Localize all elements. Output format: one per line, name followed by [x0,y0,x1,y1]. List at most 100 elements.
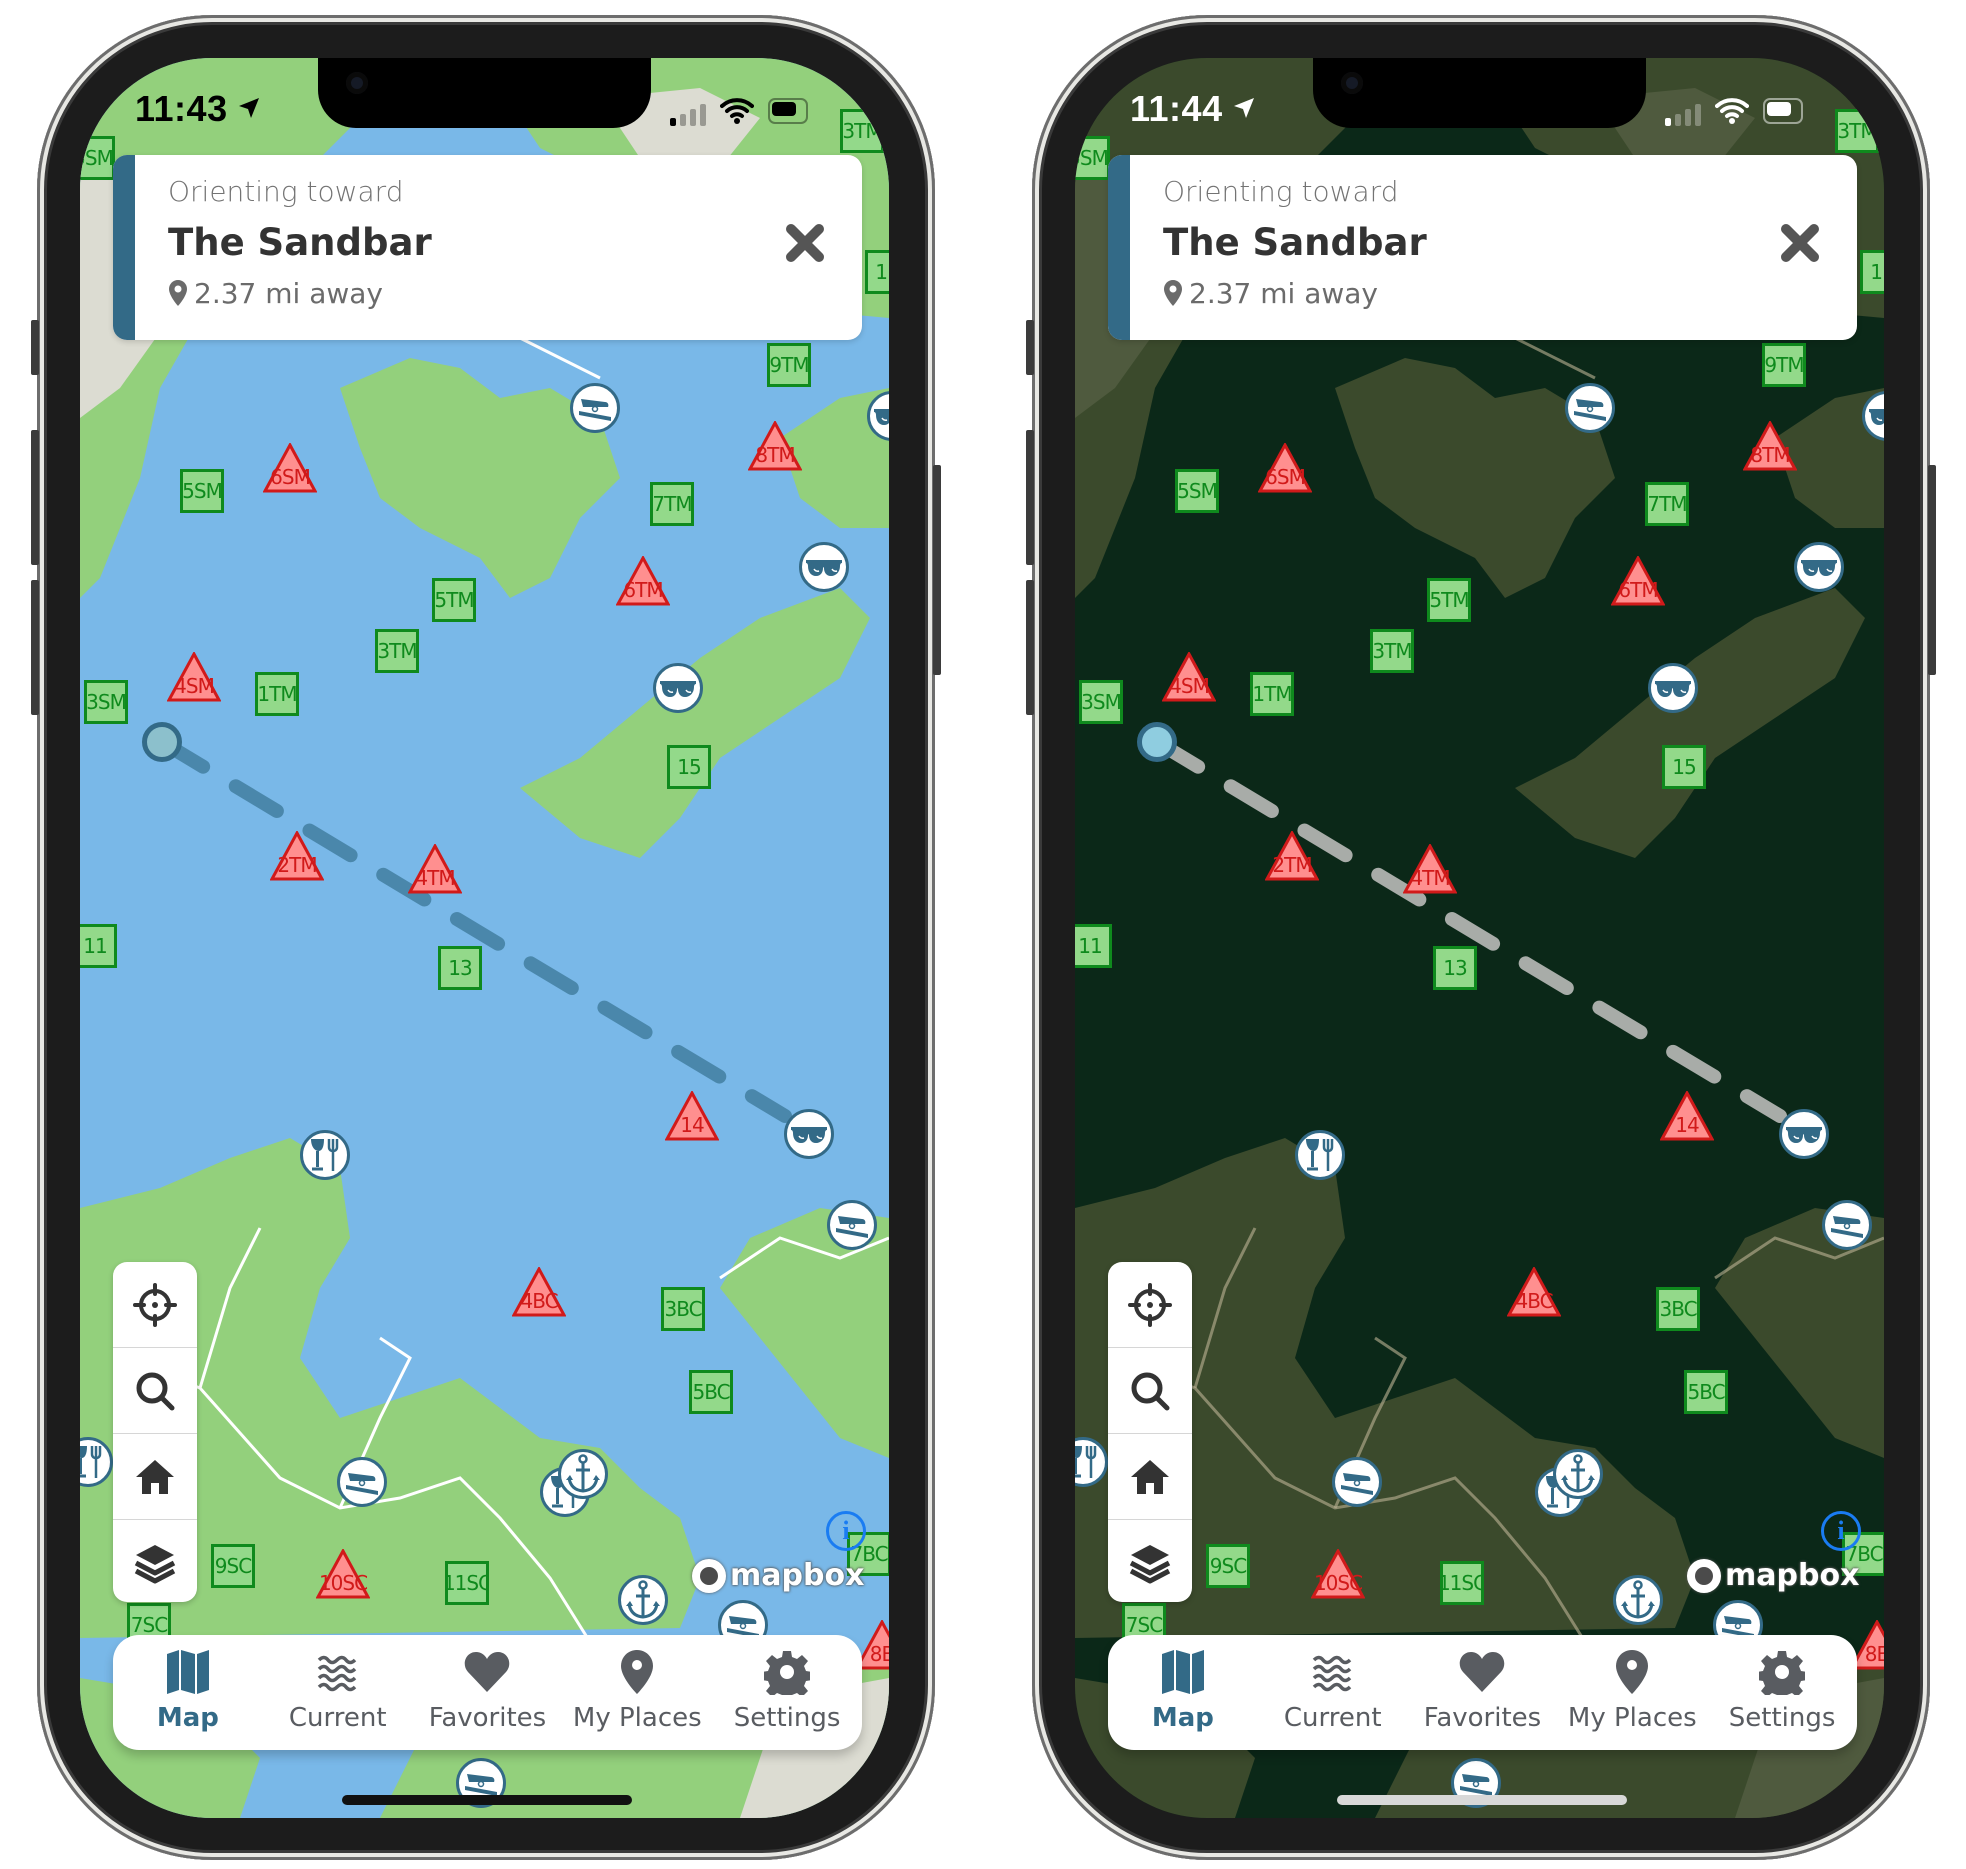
channel-marker-triangle[interactable]: 6SM [1258,443,1312,493]
channel-marker-triangle[interactable]: 4BC [1507,1267,1561,1317]
home-button[interactable] [113,1434,197,1520]
poi-restaurant[interactable] [300,1130,350,1180]
map-view-satellite[interactable]: 11:443TM5SM9TM5SM6SM8TM7TM6TM5TM3TM4SM1T… [1075,58,1884,1818]
channel-marker-square[interactable]: 9TM [1762,343,1806,387]
home-indicator[interactable] [1337,1795,1627,1805]
attribution-info-button[interactable]: i [826,1511,866,1551]
channel-marker-square[interactable]: 3TM [1370,629,1414,673]
channel-marker-triangle[interactable]: 8TM [748,421,802,471]
channel-marker-triangle[interactable]: 4BC [512,1267,566,1317]
poi-sunglasses[interactable] [653,663,703,713]
tab-map[interactable]: Map [1108,1635,1258,1750]
channel-marker-square[interactable]: 7TM [1645,482,1689,526]
channel-marker-square[interactable]: 11 [1860,250,1884,294]
channel-marker-square[interactable]: 3TM [375,629,419,673]
channel-marker-square[interactable]: 11 [865,250,889,294]
close-button[interactable] [783,221,827,265]
search-button[interactable] [1108,1348,1192,1434]
channel-marker-square[interactable]: 11SC [445,1561,489,1605]
channel-marker-square[interactable]: 9TM [767,343,811,387]
poi-sunglasses[interactable] [1794,542,1844,592]
poi-boat-ramp[interactable] [570,383,620,433]
channel-marker-square[interactable]: 5SM [80,136,115,180]
channel-marker-triangle[interactable]: 6SM [263,443,317,493]
channel-marker-square[interactable]: 15 [667,745,711,789]
channel-marker-square[interactable]: 7TM [650,482,694,526]
tab-settings[interactable]: Settings [712,1635,862,1750]
marker-label: 4SM [174,674,215,698]
poi-boat-ramp[interactable] [1822,1200,1872,1250]
channel-marker-triangle[interactable]: 2TM [270,831,324,881]
poi-sunglasses[interactable] [784,1109,834,1159]
poi-sunglasses[interactable] [1779,1109,1829,1159]
channel-marker-square[interactable]: 1TM [255,672,299,716]
channel-marker-square[interactable]: 5TM [432,578,476,622]
channel-marker-triangle[interactable]: 4TM [1403,844,1457,894]
layers-button[interactable] [113,1520,197,1605]
channel-marker-square[interactable]: 3SM [1079,680,1123,724]
home-indicator[interactable] [342,1795,632,1805]
channel-marker-triangle[interactable]: 10SC [1311,1549,1365,1599]
poi-anchor[interactable] [618,1575,668,1625]
channel-marker-square[interactable]: 11 [80,924,117,968]
channel-marker-triangle[interactable]: 14 [1660,1091,1714,1141]
channel-marker-square[interactable]: 13 [438,946,482,990]
poi-boat-ramp[interactable] [827,1200,877,1250]
poi-boat-ramp[interactable] [1332,1457,1382,1507]
tab-map[interactable]: Map [113,1635,263,1750]
channel-marker-triangle[interactable]: 2TM [1265,831,1319,881]
layers-button[interactable] [1108,1520,1192,1605]
channel-marker-square[interactable]: 9SC [211,1544,255,1588]
home-icon [134,1457,176,1497]
channel-marker-square[interactable]: 5SM [180,469,224,513]
channel-marker-square[interactable]: 11 [1075,924,1112,968]
mapbox-attribution[interactable]: mapbox [692,1558,864,1593]
channel-marker-triangle[interactable]: 14 [665,1091,719,1141]
channel-marker-triangle[interactable]: 4SM [1162,652,1216,702]
poi-anchor[interactable] [558,1449,608,1499]
tab-favorites[interactable]: Favorites [413,1635,563,1750]
poi-sunglasses[interactable] [1648,663,1698,713]
channel-marker-triangle[interactable]: 4SM [167,652,221,702]
tab-my-places[interactable]: My Places [562,1635,712,1750]
channel-marker-triangle[interactable]: 8TM [1743,421,1797,471]
tab-current[interactable]: Current [263,1635,413,1750]
tab-settings[interactable]: Settings [1707,1635,1857,1750]
channel-marker-square[interactable]: 13 [1433,946,1477,990]
tab-favorites[interactable]: Favorites [1408,1635,1558,1750]
channel-marker-square[interactable]: 5SM [1175,469,1219,513]
anchor-icon [1560,1454,1596,1494]
search-button[interactable] [113,1348,197,1434]
channel-marker-square[interactable]: 5TM [1427,578,1471,622]
attribution-info-button[interactable]: i [1821,1511,1861,1551]
channel-marker-triangle[interactable]: 6TM [616,556,670,606]
poi-boat-ramp[interactable] [1565,383,1615,433]
channel-marker-square[interactable]: 3BC [1656,1287,1700,1331]
channel-marker-square[interactable]: 5BC [1684,1370,1728,1414]
channel-marker-square[interactable]: 5SM [1075,136,1110,180]
channel-marker-square[interactable]: 9SC [1206,1544,1250,1588]
channel-marker-square[interactable]: 1TM [1250,672,1294,716]
locate-me-button[interactable] [1108,1262,1192,1348]
marker-label: 6SM [270,465,311,489]
channel-marker-square[interactable]: 5BC [689,1370,733,1414]
channel-marker-triangle[interactable]: 4TM [408,844,462,894]
poi-sunglasses[interactable] [799,542,849,592]
channel-marker-square[interactable]: 3SM [84,680,128,724]
home-button[interactable] [1108,1434,1192,1520]
channel-marker-square[interactable]: 3BC [661,1287,705,1331]
poi-restaurant[interactable] [1295,1130,1345,1180]
channel-marker-square[interactable]: 11SC [1440,1561,1484,1605]
close-button[interactable] [1778,221,1822,265]
map-view-streets[interactable]: 11:433TM5SM9TM5SM6SM8TM7TM6TM5TM3TM4SM1T… [80,58,889,1818]
locate-me-button[interactable] [113,1262,197,1348]
channel-marker-square[interactable]: 15 [1662,745,1706,789]
channel-marker-triangle[interactable]: 10SC [316,1549,370,1599]
poi-anchor[interactable] [1553,1449,1603,1499]
tab-current[interactable]: Current [1258,1635,1408,1750]
poi-anchor[interactable] [1613,1575,1663,1625]
tab-my-places[interactable]: My Places [1557,1635,1707,1750]
poi-boat-ramp[interactable] [337,1457,387,1507]
channel-marker-triangle[interactable]: 6TM [1611,556,1665,606]
mapbox-attribution[interactable]: mapbox [1687,1558,1859,1593]
